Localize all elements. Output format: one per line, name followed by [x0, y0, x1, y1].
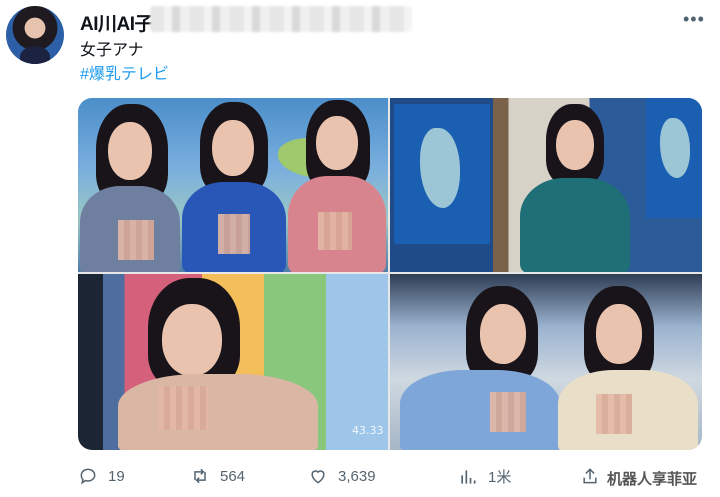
like-count: 3,639 [338, 467, 376, 485]
like-button[interactable]: 3,639 [308, 466, 376, 486]
share-button[interactable] [580, 466, 610, 486]
retweet-icon [194, 468, 206, 484]
reply-button[interactable]: 19 [78, 466, 125, 486]
views-button[interactable]: 1米 [458, 466, 511, 487]
reply-icon [80, 468, 96, 485]
tweet-image-3[interactable]: 43.33 [78, 274, 388, 450]
retweet-count: 564 [220, 467, 246, 485]
tweet-image-1[interactable] [78, 98, 388, 272]
display-name[interactable]: AI川AI子 [80, 9, 154, 36]
more-icon[interactable]: ••• [683, 9, 705, 30]
screen-number: 43.33 [352, 424, 384, 437]
watermark-text: 机器人享菲亚 [607, 471, 698, 488]
image-grid[interactable]: 43.33 [78, 98, 702, 450]
views-count: 1米 [488, 469, 512, 486]
blurred-handle [150, 6, 412, 32]
share-icon [583, 468, 597, 484]
avatar[interactable] [6, 6, 64, 64]
tweet-text-line1: 女子アナ [80, 42, 144, 59]
hashtag-link[interactable]: #爆乳テレビ [80, 60, 169, 84]
like-icon [311, 470, 325, 484]
tweet-image-4[interactable] [390, 274, 702, 450]
retweet-button[interactable]: 564 [190, 466, 245, 486]
reply-count: 19 [108, 467, 125, 485]
tweet-image-2[interactable] [390, 98, 702, 272]
views-icon [461, 469, 476, 484]
